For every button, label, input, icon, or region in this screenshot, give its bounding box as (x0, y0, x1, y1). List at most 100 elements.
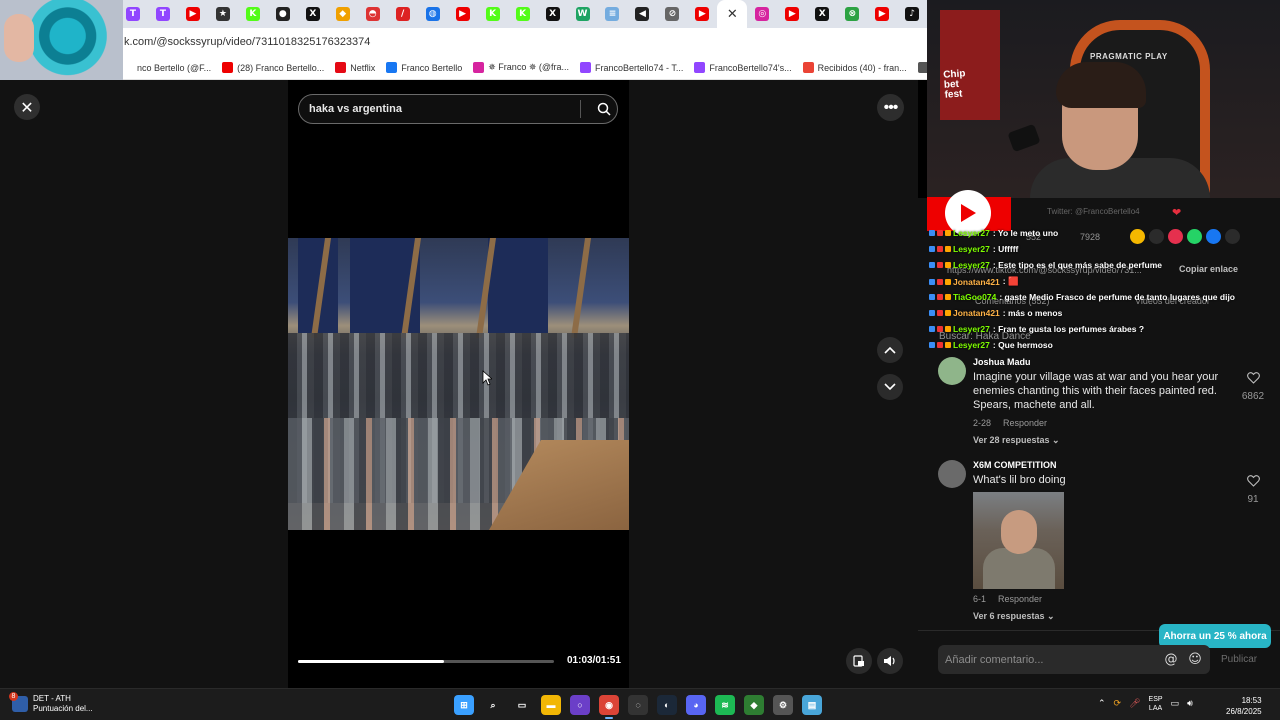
bookmark-label: ✵ Franco ✵ (@fra... (488, 62, 569, 72)
share-icons[interactable] (1130, 229, 1240, 244)
browser-tab[interactable]: ● (268, 0, 298, 28)
spotify-icon[interactable]: ≋ (715, 695, 735, 715)
browser-tab[interactable]: W (568, 0, 598, 28)
avatar[interactable] (938, 357, 966, 385)
browser-tab[interactable]: ▶ (448, 0, 478, 28)
next-video-button[interactable] (877, 374, 903, 400)
speaker-icon (884, 656, 895, 666)
comment-composer[interactable]: Añadir comentario... @ ☺ (938, 645, 1210, 674)
browser-tab[interactable]: K (238, 0, 268, 28)
bookmark-item[interactable]: Franco Bertello (386, 62, 462, 73)
browser-tab[interactable]: K (478, 0, 508, 28)
discord-icon[interactable]: ◕ (686, 695, 706, 715)
language-indicator[interactable]: ESP LAA (1149, 695, 1163, 713)
mic-icon[interactable]: 🎤︎ (1129, 699, 1140, 709)
publish-button[interactable]: Publicar (1221, 654, 1257, 665)
browser-tab[interactable]: ≡ (598, 0, 628, 28)
copy-link-button[interactable]: Copiar enlace (1179, 264, 1238, 274)
bookmark-item[interactable]: Netflix (335, 62, 375, 73)
browser-tab[interactable]: ▶ (777, 0, 807, 28)
address-bar[interactable]: k.com/@sockssyrup/video/7311018325176323… (0, 28, 927, 56)
chrome-icon[interactable]: ◉ (599, 695, 619, 719)
browser-tab[interactable]: X (298, 0, 328, 28)
search-input[interactable]: haka vs argentina (309, 103, 580, 115)
comment-username[interactable]: Joshua Madu (973, 357, 1031, 367)
share-arrow-icon[interactable] (1225, 229, 1240, 244)
browser-tab[interactable]: T (148, 0, 178, 28)
network-icon[interactable]: ▭ (1171, 699, 1180, 709)
browser-tab[interactable]: X (807, 0, 837, 28)
browser-tab[interactable]: ◀ (627, 0, 657, 28)
browser-tab[interactable]: ▶ (867, 0, 897, 28)
bookmark-item[interactable]: Recibidos (40) - fran... (802, 62, 907, 73)
app-purple-icon[interactable]: ○ (570, 695, 590, 715)
bookmark-item[interactable]: (28) Franco Bertello... (222, 62, 324, 73)
search-bar[interactable]: haka vs argentina (298, 94, 618, 124)
bookmark-favicon-icon (222, 62, 234, 73)
search-icon[interactable]: ⌕ (483, 695, 503, 715)
chevron-up-icon[interactable]: ⌃ (1098, 699, 1106, 709)
view-replies-button[interactable]: Ver 6 respuestas ⌄ (973, 611, 1055, 622)
browser-tab[interactable]: ◓ (358, 0, 388, 28)
volume-button[interactable] (877, 648, 903, 674)
browser-tab[interactable]: X (538, 0, 568, 28)
browser-tab[interactable]: ★ (208, 0, 238, 28)
active-tab[interactable]: ✕ (717, 0, 748, 28)
mention-icon[interactable]: @ (1162, 651, 1180, 669)
bookmark-item[interactable]: ✵ Franco ✵ (@fra... (473, 62, 569, 73)
bookmark-item[interactable]: nco Bertello (@F... (122, 62, 211, 73)
search-icon[interactable] (591, 96, 617, 122)
screen: T T ▶ ★ K ● X ◆ ◓ / ◍ ▶ K K X W ≡ ◀ ⊘ ▶ ✕ ◎ ▶ X ⊗ ▶ ♪ k.com/@socks… (0, 0, 1280, 720)
volume-icon[interactable]: 🔊︎ (1187, 699, 1193, 709)
browser-tab[interactable]: K (508, 0, 538, 28)
like-button[interactable]: 91 (1238, 474, 1268, 505)
browser-tab[interactable]: ⊗ (837, 0, 867, 28)
x-icon: X (305, 7, 320, 21)
bookmark-item[interactable]: FrancoBertello74's... (694, 62, 792, 73)
task-view-icon[interactable]: ▭ (512, 695, 532, 715)
send-icon[interactable] (1168, 229, 1183, 244)
reply-button[interactable]: Responder (1003, 418, 1047, 428)
browser-tab[interactable]: ▶ (687, 0, 717, 28)
clock[interactable]: 18:53 26/8/2025 (1226, 695, 1262, 717)
facebook-icon[interactable] (1206, 229, 1221, 244)
weather-widget[interactable]: 8 DET - ATH Puntuación del... (9, 692, 93, 714)
browser-tab[interactable]: ◍ (418, 0, 448, 28)
app-green-icon[interactable]: ◆ (744, 695, 764, 715)
obs-icon[interactable]: ◌ (628, 695, 648, 715)
browser-tab[interactable]: ◎ (747, 0, 777, 28)
windows-start-icon[interactable]: ⊞ (454, 695, 474, 715)
close-viewer-button[interactable]: ✕ (14, 94, 40, 120)
embed-icon[interactable] (1149, 229, 1164, 244)
sync-icon[interactable]: ⟳ (1114, 699, 1122, 709)
comment-image[interactable] (973, 492, 1064, 589)
video-progress-bar[interactable] (298, 660, 554, 663)
more-options-button[interactable]: ••• (877, 94, 904, 121)
steam-icon[interactable]: ◐ (657, 695, 677, 715)
video-frame[interactable] (288, 238, 629, 530)
view-replies-button[interactable]: Ver 28 respuestas ⌄ (973, 435, 1060, 446)
bookmark-item[interactable]: outlook (917, 62, 927, 73)
coin-icon[interactable] (1130, 229, 1145, 244)
youtube-icon: ▶ (455, 7, 470, 21)
emoji-icon[interactable]: ☺ (1186, 651, 1204, 669)
close-tab-icon[interactable]: ✕ (725, 7, 739, 21)
comment-username[interactable]: X6M COMPETITION (973, 460, 1057, 470)
previous-video-button[interactable] (877, 337, 903, 363)
browser-tab[interactable]: ◆ (328, 0, 358, 28)
browser-tab[interactable]: ♪ (897, 0, 927, 28)
floating-player-button[interactable] (846, 648, 872, 674)
like-button[interactable]: 6862 (1238, 371, 1268, 402)
avatar[interactable] (938, 460, 966, 488)
browser-tab[interactable]: / (388, 0, 418, 28)
notepad-icon[interactable]: ▤ (802, 695, 822, 715)
reply-button[interactable]: Responder (998, 594, 1042, 604)
comment-input[interactable]: Añadir comentario... (945, 654, 1162, 666)
whatsapp-icon[interactable] (1187, 229, 1202, 244)
browser-tab[interactable]: ⊘ (657, 0, 687, 28)
file-explorer-icon[interactable]: ▬ (541, 695, 561, 715)
browser-tab[interactable]: ▶ (178, 0, 208, 28)
chat-badge-icon (929, 294, 935, 300)
bookmark-item[interactable]: FrancoBertello74 - T... (580, 62, 683, 73)
settings-icon[interactable]: ⚙ (773, 695, 793, 715)
